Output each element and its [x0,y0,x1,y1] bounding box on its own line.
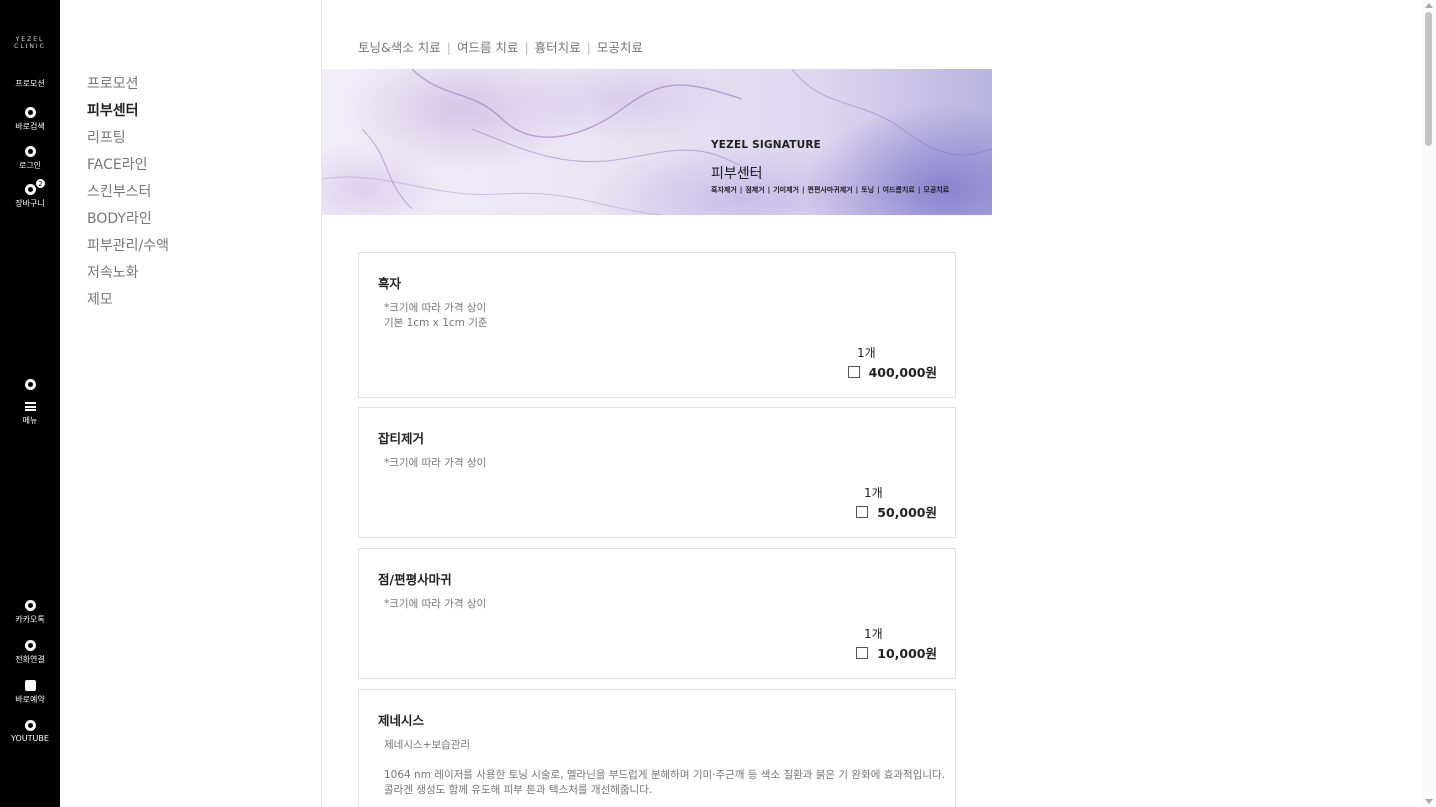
category-skin-booster[interactable]: 스킨부스터 [87,181,151,201]
product-card: 점/편평사마귀 *크기에 따라 가격 상이 1개 10,000원 [358,548,956,679]
product-card: 흑자 *크기에 따라 가격 상이 기본 1cm x 1cm 기준 1개 400,… [358,252,956,398]
product-desc-line: 1064 nm 레이저를 사용한 토닝 시술로, 멜라닌을 부드럽게 분해하며 … [384,769,946,781]
product-price: 400,000원 [868,365,937,380]
rail-menu-label: 메뉴 [22,416,38,425]
subtab-pore[interactable]: 모공치료 [597,40,643,55]
side-rail: YEZEL CLINIC 프로모션 바로검색 로그인 2 장바구니 메뉴 카카오톡… [0,0,60,807]
banner-brand: YEZEL SIGNATURE [711,139,822,151]
cart-count-badge: 2 [35,178,46,189]
banner-link[interactable]: 토닝 [861,186,874,194]
category-skin-care-iv[interactable]: 피부관리/수액 [87,235,169,255]
rail-kakao[interactable]: 카카오톡 [0,600,60,625]
select-checkbox[interactable] [847,365,860,378]
product-title: 점/편평사마귀 [378,572,452,587]
cart-icon [24,184,36,195]
banner-link[interactable]: 점제거 [745,186,764,194]
subtab-scar[interactable]: 흉터치료 [535,40,581,55]
search-icon [24,107,36,118]
banner-title: 피부센터 [711,166,763,182]
page-scrollbar[interactable] [1422,0,1436,807]
rail-search-label: 바로검색 [15,122,45,131]
product-desc-line: 기본 1cm x 1cm 기준 [384,317,488,329]
product-quantity: 1개 [864,486,883,500]
product-desc: *크기에 따라 가격 상이 기본 1cm x 1cm 기준 [384,301,488,331]
product-desc: *크기에 따라 가격 상이 [384,597,486,612]
product-desc-line: *크기에 따라 가격 상이 [384,457,487,469]
select-checkbox[interactable] [856,505,869,518]
scroll-up-icon[interactable] [1425,3,1433,8]
select-checkbox[interactable] [856,646,869,659]
hamburger-icon [24,402,36,411]
product-title: 제네시스 [378,713,425,728]
category-menu: 프로모션 피부센터 리프팅 FACE라인 스킨부스터 BODY라인 피부관리/수… [60,0,322,807]
globe-icon [24,379,36,390]
banner-link[interactable]: 편편사마귀제거 [808,186,853,194]
product-card: 제네시스 제네시스+보습관리 1064 nm 레이저를 사용한 토닝 시술로, … [358,689,956,807]
banner-link[interactable]: 모공치료 [923,186,949,194]
product-card: 잡티제거 *크기에 따라 가격 상이 1개 50,000원 [358,407,956,538]
rail-language[interactable] [0,379,60,393]
rail-booking[interactable]: 바로예약 [0,680,60,705]
product-price: 10,000원 [877,646,937,661]
sub-tabs: 토닝&색소 치료 | 여드름 치료 | 흉터치료 | 모공치료 [358,40,643,55]
kakao-icon [24,600,36,611]
banner-link[interactable]: 여드름치료 [883,186,915,194]
product-desc-line: 제네시스+보습관리 [384,739,471,751]
rail-call-label: 전화연결 [15,655,45,664]
product-desc: 제네시스+보습관리 [384,738,470,753]
phone-icon [24,640,36,651]
price-row: 10,000원 [856,643,937,662]
rail-menu[interactable]: 메뉴 [0,402,60,426]
product-quantity: 1개 [857,346,876,360]
scroll-down-icon[interactable] [1425,799,1433,804]
product-price: 50,000원 [877,505,937,520]
category-promotion[interactable]: 프로모션 [87,73,139,93]
main-content: 토닝&색소 치료 | 여드름 치료 | 흉터치료 | 모공치료 YEZEL SIGNATUR… [322,0,1422,807]
rail-login[interactable]: 로그인 [0,146,60,171]
rail-kakao-label: 카카오톡 [15,615,45,624]
product-desc: *크기에 따라 가격 상이 [384,456,486,471]
subtab-toning[interactable]: 토닝&색소 치료 [358,40,441,55]
youtube-icon [24,720,36,731]
product-title: 잡티제거 [378,431,425,446]
clinic-logo[interactable]: YEZEL CLINIC [0,36,60,50]
rail-login-label: 로그인 [18,161,42,170]
rail-booking-label: 바로예약 [15,695,45,704]
banner-links: 흑자제거 | 점제거 | 기미제거 | 편편사마귀제거 | 토닝 | 여드름치료 | 모공치료 [711,186,950,194]
banner-link[interactable]: 흑자제거 [711,186,737,194]
product-quantity: 1개 [864,627,883,641]
rail-promotion-label: 프로모션 [15,79,45,88]
rail-cart[interactable]: 2 장바구니 [0,178,60,209]
rail-youtube-label: YOUTUBE [11,734,49,743]
category-slow-aging[interactable]: 저속노화 [87,262,139,282]
rail-youtube[interactable]: YOUTUBE [0,720,60,743]
product-desc-line: 콜라겐 생성도 함께 유도해 피부 톤과 텍스처를 개선해줍니다. [384,784,653,796]
product-desc-line: *크기에 따라 가격 상이 [384,598,487,610]
rail-cart-label: 장바구니 [15,199,45,208]
user-icon [24,146,36,157]
product-title: 흑자 [378,276,402,291]
subtab-acne[interactable]: 여드름 치료 [457,40,518,55]
category-face-line[interactable]: FACE라인 [87,154,147,174]
calendar-icon [24,680,36,691]
category-hair-removal[interactable]: 제모 [87,289,113,309]
category-skin-center[interactable]: 피부센터 [87,100,139,120]
rail-search[interactable]: 바로검색 [0,107,60,132]
rail-call[interactable]: 전화연결 [0,640,60,665]
category-lifting[interactable]: 리프팅 [87,127,126,147]
price-row: 400,000원 [847,362,937,381]
banner-link[interactable]: 기미제거 [773,186,799,194]
product-desc-line: *크기에 따라 가격 상이 [384,302,487,314]
product-long-desc: 1064 nm 레이저를 사용한 토닝 시술로, 멜라닌을 부드럽게 분해하며 … [384,768,945,798]
category-body-line[interactable]: BODY라인 [87,208,152,228]
scroll-thumb[interactable] [1425,12,1432,146]
rail-promotion[interactable]: 프로모션 [0,78,60,89]
price-row: 50,000원 [856,502,937,521]
hero-banner: YEZEL SIGNATURE 피부센터 흑자제거 | 점제거 | 기미제거 | 편편사마귀… [322,69,992,215]
